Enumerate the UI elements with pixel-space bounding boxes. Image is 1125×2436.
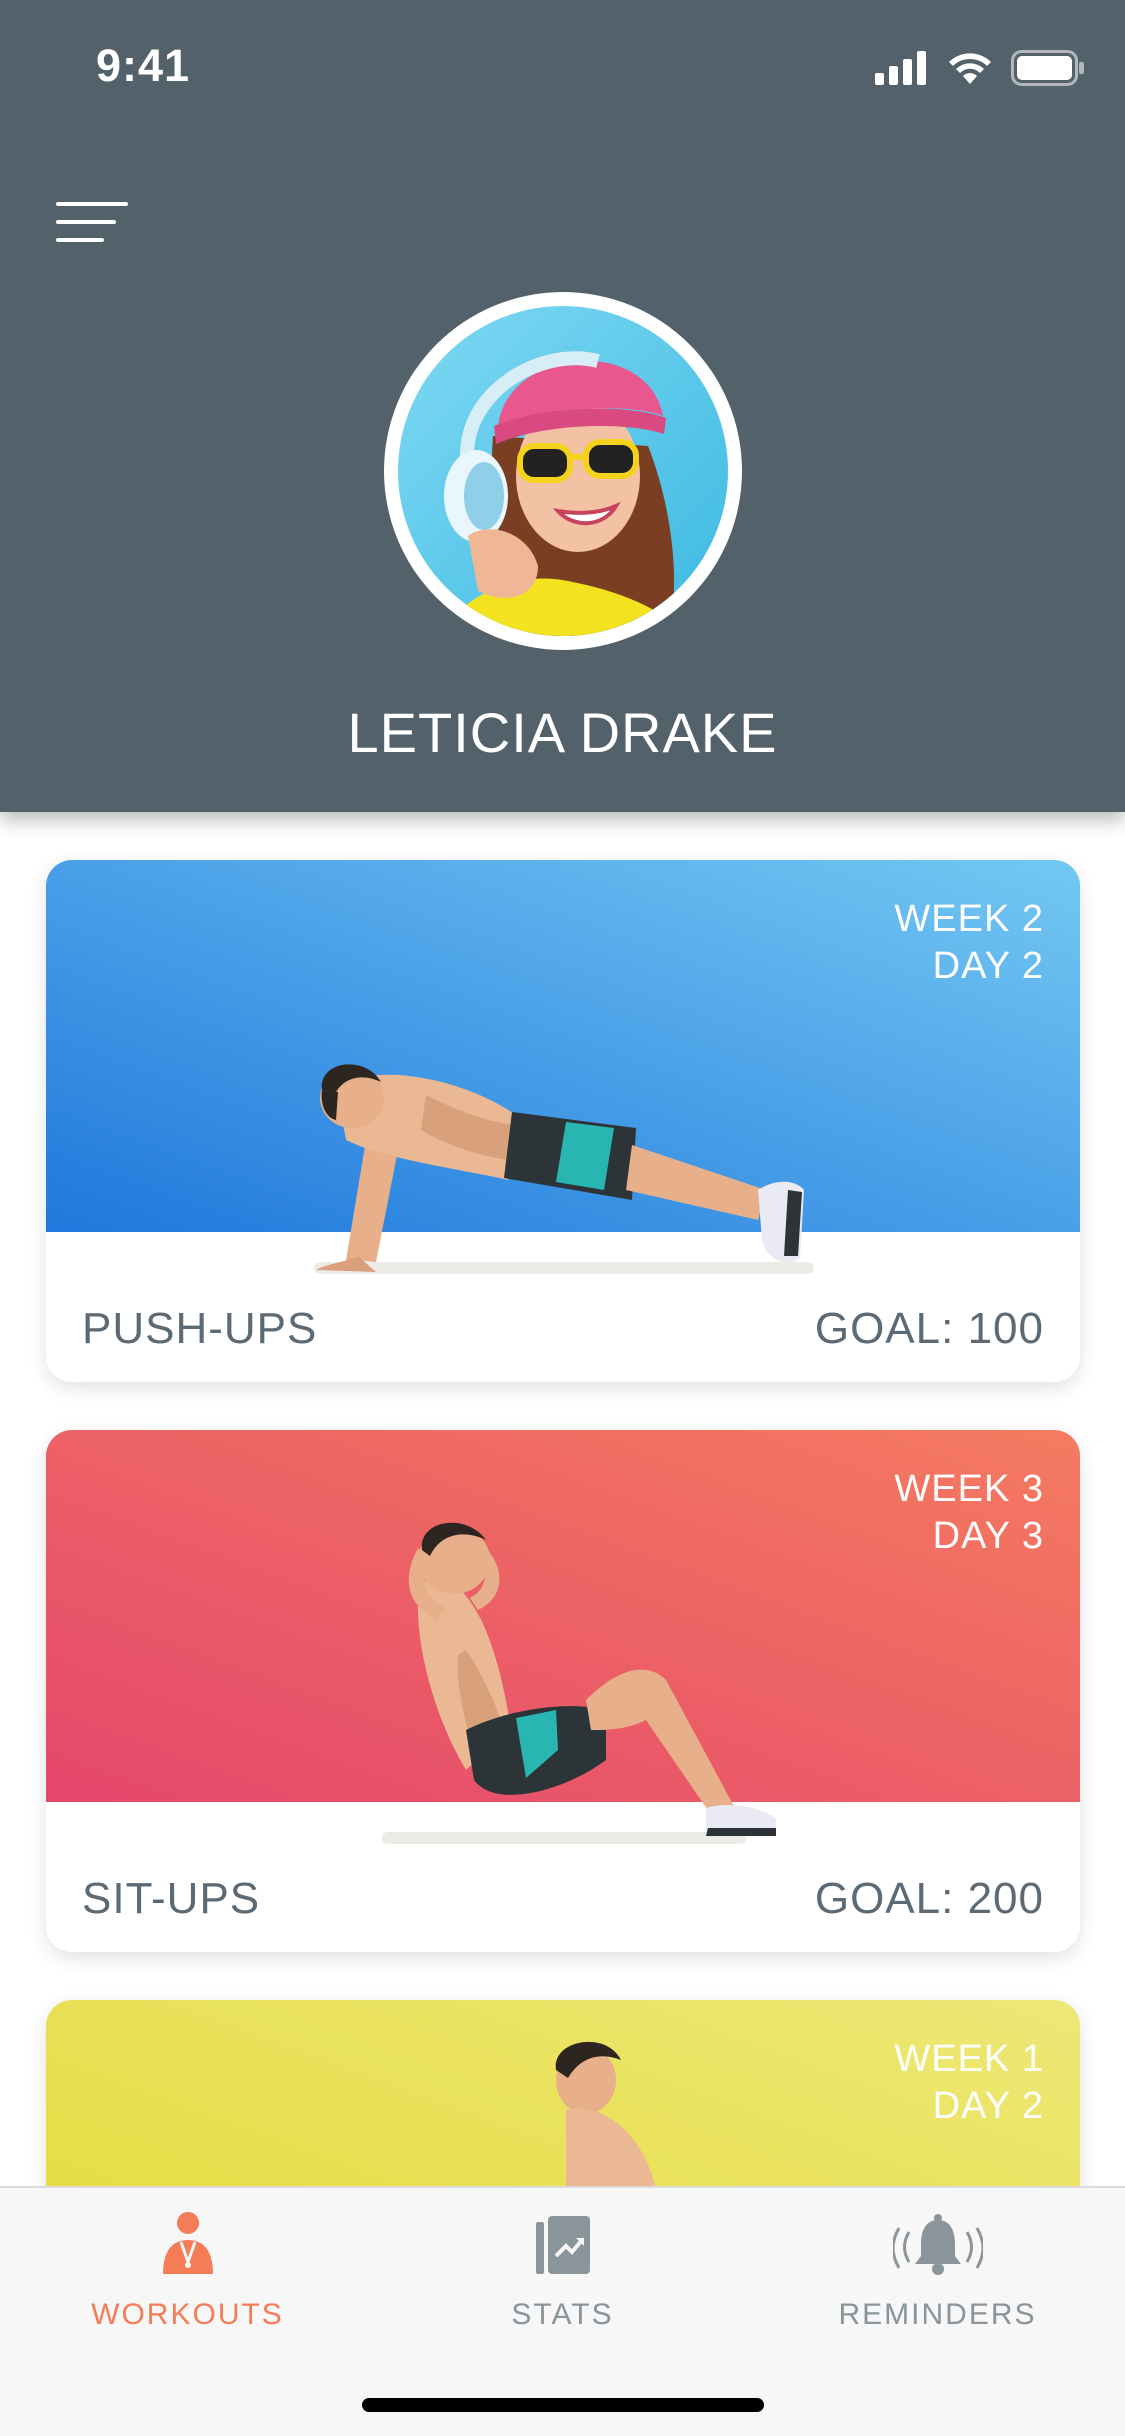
card-day: DAY 2 — [932, 945, 1044, 987]
card-schedule: WEEK 1 DAY 2 — [894, 2036, 1044, 2130]
menu-icon — [56, 202, 128, 206]
card-schedule: WEEK 3 DAY 3 — [894, 1466, 1044, 1560]
workout-goal: GOAL: 200 — [814, 1874, 1044, 1923]
tab-label: WORKOUTS — [91, 2298, 284, 2331]
workout-card-sit-ups[interactable]: WEEK 3 DAY 3 SIT-UPS GOAL: 200 — [46, 1430, 1080, 1952]
battery-icon — [1011, 50, 1084, 86]
card-footer: SIT-UPS GOAL: 200 — [46, 1802, 1080, 1952]
floor-mat — [314, 1262, 814, 1274]
floor-mat — [382, 1832, 746, 1844]
avatar-photo — [398, 306, 728, 636]
workout-name: SIT-UPS — [82, 1874, 261, 1923]
menu-icon-line — [56, 220, 116, 224]
home-indicator[interactable] — [362, 2398, 764, 2412]
tab-label: REMINDERS — [838, 2298, 1037, 2331]
signal-icon — [875, 51, 926, 85]
tab-reminders[interactable]: REMINDERS — [750, 2188, 1125, 2358]
card-day: DAY 3 — [932, 1515, 1044, 1557]
bell-icon — [893, 2214, 983, 2275]
trainer-icon — [163, 2212, 213, 2274]
menu-button[interactable] — [56, 198, 128, 246]
workout-goal: GOAL: 100 — [814, 1304, 1044, 1353]
card-week: WEEK 2 — [894, 898, 1044, 940]
app-screen: 9:41 LETICIA DRAKE WEEK 2 DAY 2 PUSH-UPS… — [0, 0, 1125, 2436]
chart-icon — [536, 2216, 590, 2274]
card-week: WEEK 3 — [894, 1468, 1044, 1510]
tab-label: STATS — [511, 2298, 614, 2331]
profile-header: 9:41 LETICIA DRAKE — [0, 0, 1125, 812]
wifi-icon — [949, 53, 991, 84]
workout-name: PUSH-UPS — [82, 1304, 318, 1353]
workout-card-push-ups[interactable]: WEEK 2 DAY 2 PUSH-UPS GOAL: 100 — [46, 860, 1080, 1382]
avatar[interactable] — [384, 292, 742, 650]
menu-icon-line — [56, 238, 104, 242]
status-icons — [875, 50, 1085, 86]
card-footer: PUSH-UPS GOAL: 100 — [46, 1232, 1080, 1382]
user-name: LETICIA DRAKE — [347, 701, 778, 764]
card-schedule: WEEK 2 DAY 2 — [894, 896, 1044, 990]
card-week: WEEK 1 — [894, 2038, 1044, 2080]
status-time: 9:41 — [96, 40, 191, 91]
tab-stats[interactable]: STATS — [375, 2188, 750, 2358]
tab-workouts[interactable]: WORKOUTS — [0, 2188, 375, 2358]
card-day: DAY 2 — [932, 2085, 1044, 2127]
